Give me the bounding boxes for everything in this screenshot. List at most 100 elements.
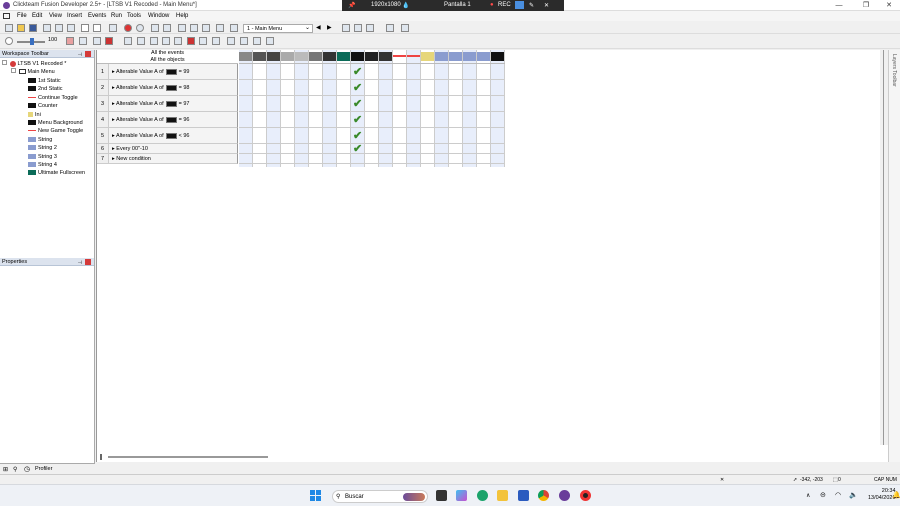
taskbar-search[interactable]: ⚲ Buscar <box>332 490 428 503</box>
object-column-icon[interactable] <box>365 52 378 61</box>
close-button[interactable]: ✕ <box>878 1 900 10</box>
open-icon[interactable] <box>17 24 25 32</box>
cut-icon[interactable] <box>43 24 51 32</box>
layers-toolbar[interactable]: Layers Toolbar <box>888 50 900 462</box>
event-condition[interactable]: ▸ Alterable Value A of < 96 <box>112 128 189 144</box>
object-column[interactable] <box>253 50 267 167</box>
tree-object[interactable]: 1st Static <box>28 78 61 84</box>
volume-icon[interactable]: 🔈 <box>849 491 858 499</box>
layout-icon[interactable] <box>354 24 362 32</box>
data-elements-icon[interactable] <box>202 24 210 32</box>
object-column-icon[interactable] <box>449 52 462 61</box>
event-condition[interactable]: ▸ Alterable Value A of = 98 <box>112 80 189 96</box>
tree-object[interactable]: Ultimate Fullscreen <box>28 170 85 176</box>
build-icon[interactable] <box>109 24 117 32</box>
menu-tools[interactable]: Tools <box>127 13 141 19</box>
expression-icon[interactable] <box>227 37 235 45</box>
wifi-icon[interactable]: ◠ <box>835 491 841 499</box>
breakpoint-icon[interactable] <box>199 37 207 45</box>
object-column-icon[interactable] <box>267 52 280 61</box>
action-checkmark-icon[interactable]: ✔ <box>353 82 362 94</box>
task-view-icon[interactable] <box>436 490 447 501</box>
scroll-left-icon[interactable] <box>100 454 102 460</box>
tree-object[interactable]: String 2 <box>28 145 57 151</box>
collapse-icon[interactable] <box>11 68 16 73</box>
object-column[interactable] <box>309 50 323 167</box>
event-condition[interactable]: ▸ Alterable Value A of = 97 <box>112 96 189 112</box>
object-column[interactable] <box>267 50 281 167</box>
object-column[interactable] <box>393 50 407 167</box>
tree-object[interactable]: Menu Background <box>28 120 83 126</box>
workspace-tab-icon[interactable]: ⊞ <box>3 466 8 473</box>
find-icon[interactable] <box>174 37 182 45</box>
object-column-icon[interactable] <box>295 52 308 61</box>
clock-icon[interactable]: ◷ <box>24 465 30 473</box>
app-menu-icon[interactable] <box>3 13 10 19</box>
object-column[interactable] <box>449 50 463 167</box>
edge-icon[interactable] <box>477 490 488 501</box>
close-recorder-icon[interactable]: ✕ <box>544 2 549 9</box>
minimize-button[interactable]: — <box>828 1 850 10</box>
object-column[interactable] <box>463 50 477 167</box>
windows-start-icon[interactable] <box>310 490 321 501</box>
event-row[interactable]: 6 ▸ Every 00"-10 <box>97 144 238 154</box>
event-condition[interactable]: ▸ Alterable Value A of = 96 <box>112 112 189 128</box>
event-condition[interactable]: ▸ Alterable Value A of = 99 <box>112 64 189 80</box>
event-row[interactable]: 7 ▸ New condition <box>97 154 238 164</box>
fusion-taskbar-icon[interactable] <box>559 490 570 501</box>
object-column[interactable] <box>477 50 491 167</box>
run-frame-icon[interactable] <box>136 24 144 32</box>
maximize-button[interactable]: ❐ <box>855 1 877 10</box>
insert-event-icon[interactable] <box>79 37 87 45</box>
object-column-icon[interactable] <box>477 52 490 61</box>
window-icon[interactable] <box>366 24 374 32</box>
object-column-icon[interactable] <box>239 52 252 61</box>
object-column[interactable] <box>365 50 379 167</box>
tree-object[interactable]: Counter <box>28 103 58 109</box>
horizontal-scrollbar-thumb[interactable] <box>108 456 268 458</box>
object-column[interactable] <box>491 50 505 167</box>
file-explorer-icon[interactable] <box>497 490 508 501</box>
event-condition[interactable]: ▸ New condition <box>112 154 151 164</box>
prev-frame-icon[interactable]: ◀ <box>316 24 321 31</box>
object-column-icon[interactable] <box>393 55 406 57</box>
pin-icon[interactable]: ⊣ <box>78 51 82 59</box>
tree-app[interactable]: LTSB V1 Recoded * <box>2 60 66 67</box>
object-column-icon[interactable] <box>421 52 434 61</box>
tree-object[interactable]: Ini <box>28 112 41 118</box>
action-checkmark-icon[interactable]: ✔ <box>353 114 362 126</box>
object-column[interactable] <box>281 50 295 167</box>
redo-icon[interactable] <box>93 24 101 32</box>
copy-event-icon[interactable] <box>240 37 248 45</box>
event-row[interactable]: 2 ▸ Alterable Value A of = 98 <box>97 80 238 96</box>
settings-icon[interactable] <box>386 24 394 32</box>
network-icon[interactable]: ⊝ <box>820 491 826 499</box>
toggle-icon[interactable] <box>150 37 158 45</box>
group-icon[interactable] <box>105 37 113 45</box>
action-checkmark-icon[interactable]: ✔ <box>353 130 362 142</box>
pin-icon[interactable]: ⊣ <box>78 259 82 267</box>
new-icon[interactable] <box>5 24 13 32</box>
chevron-up-icon[interactable]: ∧ <box>806 492 810 499</box>
back-icon[interactable] <box>230 24 238 32</box>
drop-icon[interactable]: 💧 <box>402 2 409 9</box>
preferences-icon[interactable] <box>401 24 409 32</box>
chrome-icon[interactable] <box>538 490 549 501</box>
event-editor-icon[interactable] <box>178 24 186 32</box>
object-column[interactable] <box>337 50 351 167</box>
paste-icon[interactable] <box>67 24 75 32</box>
storyboard-icon[interactable] <box>151 24 159 32</box>
tree-object[interactable]: String <box>28 137 52 143</box>
object-column[interactable] <box>295 50 309 167</box>
object-column-icon[interactable] <box>435 52 448 61</box>
rec-button[interactable]: REC <box>498 2 511 8</box>
event-row[interactable]: 4 ▸ Alterable Value A of = 96 <box>97 112 238 128</box>
profiler-tab[interactable]: Profiler <box>35 466 52 472</box>
object-column-icon[interactable] <box>253 52 266 61</box>
tree-object[interactable]: New Game Toggle <box>28 128 83 134</box>
next-frame-icon[interactable]: ▶ <box>327 24 332 31</box>
menu-help[interactable]: Help <box>176 13 188 19</box>
action-checkmark-icon[interactable]: ✔ <box>353 98 362 110</box>
copy-icon[interactable] <box>55 24 63 32</box>
save-icon[interactable] <box>29 24 37 32</box>
